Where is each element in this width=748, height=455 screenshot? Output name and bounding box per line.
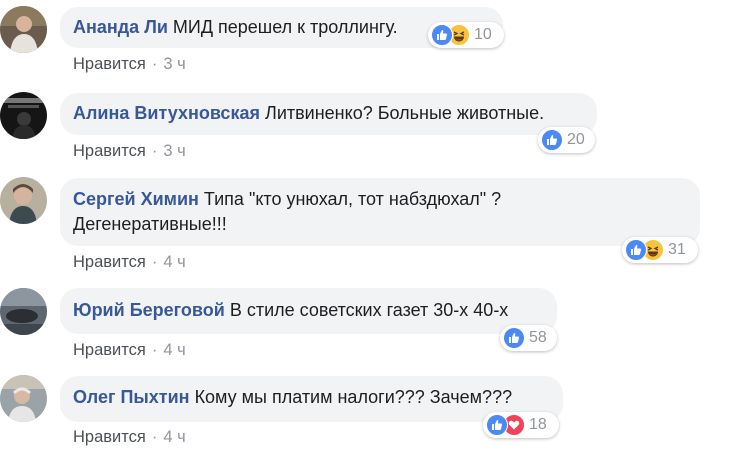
like-link[interactable]: Нравится bbox=[73, 253, 146, 271]
comment-bubble: Сергей Химин Типа "кто унюхал, тот набзд… bbox=[60, 178, 700, 246]
like-icon bbox=[625, 239, 647, 261]
reaction-count: 18 bbox=[529, 416, 547, 433]
comment-text: В стиле советских газет 30-х 40-х bbox=[229, 300, 509, 320]
reactions-summary[interactable]: 58 bbox=[500, 325, 557, 351]
comment-actions: Нравится · 4 ч bbox=[73, 253, 186, 272]
comment-text-line-2: Дегенеративные!!! bbox=[73, 214, 227, 234]
reactions-summary[interactable]: 18 bbox=[483, 412, 559, 438]
comment-author[interactable]: Олег Пыхтин bbox=[73, 387, 190, 407]
comment-actions: Нравится · 4 ч bbox=[73, 428, 186, 447]
timestamp[interactable]: 4 ч bbox=[163, 428, 185, 446]
like-link[interactable]: Нравится bbox=[73, 55, 146, 73]
reaction-count: 31 bbox=[668, 241, 686, 258]
reaction-count: 20 bbox=[567, 131, 585, 148]
comment-bubble: Алина Витухновская Литвиненко? Больные ж… bbox=[60, 93, 597, 135]
like-icon bbox=[486, 414, 508, 436]
comment-author[interactable]: Ананда Ли bbox=[73, 17, 168, 37]
avatar-image bbox=[0, 375, 47, 422]
avatar-image bbox=[0, 92, 47, 139]
comment-text-line-1: Типа "кто унюхал, тот набздюхал" ? bbox=[203, 189, 502, 209]
comment-author[interactable]: Юрий Береговой bbox=[73, 300, 225, 320]
avatar-image bbox=[0, 6, 47, 53]
avatar[interactable] bbox=[0, 375, 47, 422]
comment-author[interactable]: Алина Витухновская bbox=[73, 103, 260, 123]
comment-actions: Нравится · 3 ч bbox=[73, 55, 186, 74]
avatar-image bbox=[0, 288, 47, 335]
avatar[interactable] bbox=[0, 288, 47, 335]
comment-bubble: Юрий Береговой В стиле советских газет 3… bbox=[60, 288, 557, 334]
reaction-count: 58 bbox=[529, 329, 547, 346]
reactions-summary[interactable]: 20 bbox=[538, 127, 595, 153]
separator-dot: · bbox=[151, 428, 158, 446]
like-icon bbox=[541, 129, 563, 151]
separator-dot: · bbox=[151, 253, 158, 271]
timestamp[interactable]: 3 ч bbox=[163, 55, 185, 73]
reactions-summary[interactable]: 10 bbox=[428, 22, 504, 48]
timestamp[interactable]: 4 ч bbox=[163, 341, 185, 359]
comment-text: МИД перешел к троллингу. bbox=[172, 17, 398, 37]
reaction-count: 10 bbox=[474, 26, 492, 43]
like-icon bbox=[503, 327, 525, 349]
avatar[interactable] bbox=[0, 177, 47, 224]
timestamp[interactable]: 4 ч bbox=[163, 253, 185, 271]
avatar-image bbox=[0, 177, 47, 224]
separator-dot: · bbox=[151, 55, 158, 73]
like-link[interactable]: Нравится bbox=[73, 142, 146, 160]
avatar[interactable] bbox=[0, 6, 47, 53]
separator-dot: · bbox=[151, 142, 158, 160]
comment-actions: Нравится · 3 ч bbox=[73, 142, 186, 161]
comment-actions: Нравится · 4 ч bbox=[73, 341, 186, 360]
comment-text: Литвиненко? Больные животные. bbox=[265, 103, 545, 123]
separator-dot: · bbox=[151, 341, 158, 359]
avatar[interactable] bbox=[0, 92, 47, 139]
like-link[interactable]: Нравится bbox=[73, 428, 146, 446]
like-link[interactable]: Нравится bbox=[73, 341, 146, 359]
reactions-summary[interactable]: 31 bbox=[622, 237, 698, 263]
like-icon bbox=[431, 24, 453, 46]
comment-text: Кому мы платим налоги??? Зачем??? bbox=[194, 387, 513, 407]
timestamp[interactable]: 3 ч bbox=[163, 142, 185, 160]
comment-author[interactable]: Сергей Химин bbox=[73, 189, 199, 209]
